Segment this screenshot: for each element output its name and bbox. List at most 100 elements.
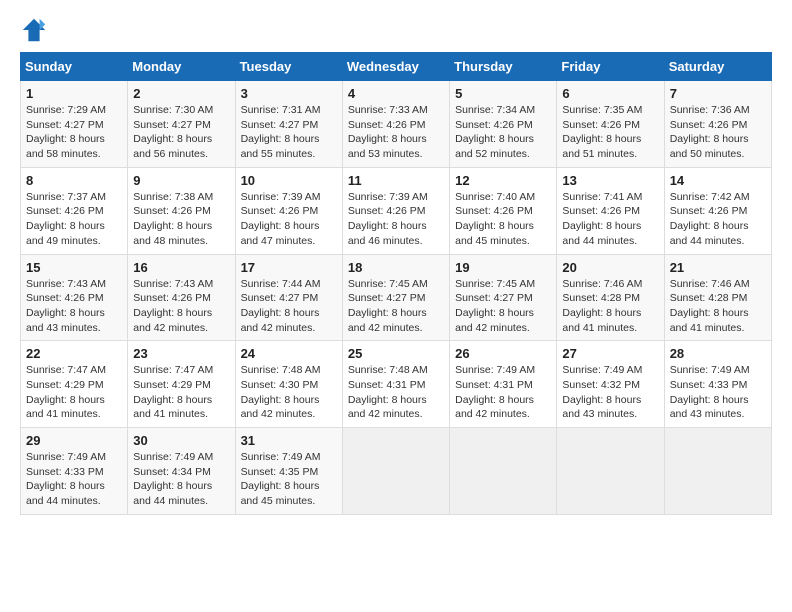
day-sunrise: Sunrise: 7:46 AM (562, 278, 642, 290)
day-number: 2 (133, 86, 229, 101)
day-number: 20 (562, 260, 658, 275)
day-sunset: Sunset: 4:30 PM (241, 379, 319, 391)
calendar-cell: 28 Sunrise: 7:49 AM Sunset: 4:33 PM Dayl… (664, 341, 771, 428)
day-daylight: Daylight: 8 hours and 51 minutes. (562, 133, 641, 160)
day-sunset: Sunset: 4:29 PM (133, 379, 211, 391)
calendar-cell: 11 Sunrise: 7:39 AM Sunset: 4:26 PM Dayl… (342, 167, 449, 254)
day-sunset: Sunset: 4:26 PM (562, 119, 640, 131)
calendar-cell: 17 Sunrise: 7:44 AM Sunset: 4:27 PM Dayl… (235, 254, 342, 341)
day-sunrise: Sunrise: 7:38 AM (133, 191, 213, 203)
day-daylight: Daylight: 8 hours and 45 minutes. (455, 220, 534, 247)
calendar-cell: 23 Sunrise: 7:47 AM Sunset: 4:29 PM Dayl… (128, 341, 235, 428)
days-of-week-row: SundayMondayTuesdayWednesdayThursdayFrid… (21, 53, 772, 81)
day-sunset: Sunset: 4:28 PM (670, 292, 748, 304)
week-row-5: 29 Sunrise: 7:49 AM Sunset: 4:33 PM Dayl… (21, 428, 772, 515)
calendar-cell: 10 Sunrise: 7:39 AM Sunset: 4:26 PM Dayl… (235, 167, 342, 254)
day-daylight: Daylight: 8 hours and 42 minutes. (455, 307, 534, 334)
day-sunset: Sunset: 4:26 PM (26, 205, 104, 217)
day-number: 11 (348, 173, 444, 188)
calendar-cell: 26 Sunrise: 7:49 AM Sunset: 4:31 PM Dayl… (450, 341, 557, 428)
page-header (20, 16, 772, 44)
day-sunset: Sunset: 4:26 PM (455, 205, 533, 217)
day-daylight: Daylight: 8 hours and 42 minutes. (133, 307, 212, 334)
calendar-cell: 31 Sunrise: 7:49 AM Sunset: 4:35 PM Dayl… (235, 428, 342, 515)
logo-icon (20, 16, 48, 44)
calendar-cell (664, 428, 771, 515)
day-sunset: Sunset: 4:27 PM (133, 119, 211, 131)
day-sunset: Sunset: 4:33 PM (26, 466, 104, 478)
dow-header-thursday: Thursday (450, 53, 557, 81)
day-sunrise: Sunrise: 7:34 AM (455, 104, 535, 116)
day-number: 30 (133, 433, 229, 448)
calendar-cell: 4 Sunrise: 7:33 AM Sunset: 4:26 PM Dayli… (342, 81, 449, 168)
day-daylight: Daylight: 8 hours and 55 minutes. (241, 133, 320, 160)
calendar-cell: 15 Sunrise: 7:43 AM Sunset: 4:26 PM Dayl… (21, 254, 128, 341)
day-number: 29 (26, 433, 122, 448)
day-sunset: Sunset: 4:34 PM (133, 466, 211, 478)
day-number: 26 (455, 346, 551, 361)
day-sunset: Sunset: 4:26 PM (348, 119, 426, 131)
day-daylight: Daylight: 8 hours and 43 minutes. (26, 307, 105, 334)
day-daylight: Daylight: 8 hours and 43 minutes. (562, 394, 641, 421)
calendar-cell (557, 428, 664, 515)
day-number: 10 (241, 173, 337, 188)
calendar-cell: 12 Sunrise: 7:40 AM Sunset: 4:26 PM Dayl… (450, 167, 557, 254)
day-sunrise: Sunrise: 7:39 AM (348, 191, 428, 203)
day-sunrise: Sunrise: 7:29 AM (26, 104, 106, 116)
day-sunset: Sunset: 4:27 PM (26, 119, 104, 131)
week-row-4: 22 Sunrise: 7:47 AM Sunset: 4:29 PM Dayl… (21, 341, 772, 428)
day-number: 14 (670, 173, 766, 188)
day-sunset: Sunset: 4:27 PM (241, 119, 319, 131)
day-sunrise: Sunrise: 7:42 AM (670, 191, 750, 203)
day-number: 5 (455, 86, 551, 101)
calendar-cell: 2 Sunrise: 7:30 AM Sunset: 4:27 PM Dayli… (128, 81, 235, 168)
day-daylight: Daylight: 8 hours and 48 minutes. (133, 220, 212, 247)
week-row-2: 8 Sunrise: 7:37 AM Sunset: 4:26 PM Dayli… (21, 167, 772, 254)
day-number: 21 (670, 260, 766, 275)
day-sunset: Sunset: 4:28 PM (562, 292, 640, 304)
day-number: 12 (455, 173, 551, 188)
day-sunset: Sunset: 4:27 PM (348, 292, 426, 304)
calendar-cell: 7 Sunrise: 7:36 AM Sunset: 4:26 PM Dayli… (664, 81, 771, 168)
calendar-cell: 16 Sunrise: 7:43 AM Sunset: 4:26 PM Dayl… (128, 254, 235, 341)
day-sunrise: Sunrise: 7:47 AM (26, 364, 106, 376)
day-number: 4 (348, 86, 444, 101)
calendar-cell: 20 Sunrise: 7:46 AM Sunset: 4:28 PM Dayl… (557, 254, 664, 341)
day-sunset: Sunset: 4:32 PM (562, 379, 640, 391)
logo (20, 16, 52, 44)
calendar-cell: 22 Sunrise: 7:47 AM Sunset: 4:29 PM Dayl… (21, 341, 128, 428)
day-sunset: Sunset: 4:27 PM (455, 292, 533, 304)
day-number: 16 (133, 260, 229, 275)
day-daylight: Daylight: 8 hours and 42 minutes. (348, 394, 427, 421)
day-daylight: Daylight: 8 hours and 43 minutes. (670, 394, 749, 421)
day-sunrise: Sunrise: 7:37 AM (26, 191, 106, 203)
day-sunset: Sunset: 4:29 PM (26, 379, 104, 391)
day-sunrise: Sunrise: 7:48 AM (241, 364, 321, 376)
day-sunset: Sunset: 4:31 PM (348, 379, 426, 391)
calendar-cell: 21 Sunrise: 7:46 AM Sunset: 4:28 PM Dayl… (664, 254, 771, 341)
day-daylight: Daylight: 8 hours and 41 minutes. (562, 307, 641, 334)
day-daylight: Daylight: 8 hours and 47 minutes. (241, 220, 320, 247)
day-sunrise: Sunrise: 7:43 AM (26, 278, 106, 290)
calendar-cell (450, 428, 557, 515)
dow-header-saturday: Saturday (664, 53, 771, 81)
day-sunrise: Sunrise: 7:49 AM (26, 451, 106, 463)
calendar-cell: 29 Sunrise: 7:49 AM Sunset: 4:33 PM Dayl… (21, 428, 128, 515)
calendar-cell: 27 Sunrise: 7:49 AM Sunset: 4:32 PM Dayl… (557, 341, 664, 428)
day-sunrise: Sunrise: 7:40 AM (455, 191, 535, 203)
day-daylight: Daylight: 8 hours and 42 minutes. (348, 307, 427, 334)
day-sunrise: Sunrise: 7:36 AM (670, 104, 750, 116)
calendar-cell: 24 Sunrise: 7:48 AM Sunset: 4:30 PM Dayl… (235, 341, 342, 428)
dow-header-tuesday: Tuesday (235, 53, 342, 81)
day-number: 3 (241, 86, 337, 101)
calendar-cell: 1 Sunrise: 7:29 AM Sunset: 4:27 PM Dayli… (21, 81, 128, 168)
day-sunset: Sunset: 4:26 PM (670, 119, 748, 131)
day-sunset: Sunset: 4:26 PM (455, 119, 533, 131)
day-sunrise: Sunrise: 7:49 AM (241, 451, 321, 463)
week-row-3: 15 Sunrise: 7:43 AM Sunset: 4:26 PM Dayl… (21, 254, 772, 341)
day-sunrise: Sunrise: 7:44 AM (241, 278, 321, 290)
day-sunrise: Sunrise: 7:49 AM (562, 364, 642, 376)
day-number: 17 (241, 260, 337, 275)
day-daylight: Daylight: 8 hours and 56 minutes. (133, 133, 212, 160)
day-sunset: Sunset: 4:26 PM (133, 292, 211, 304)
